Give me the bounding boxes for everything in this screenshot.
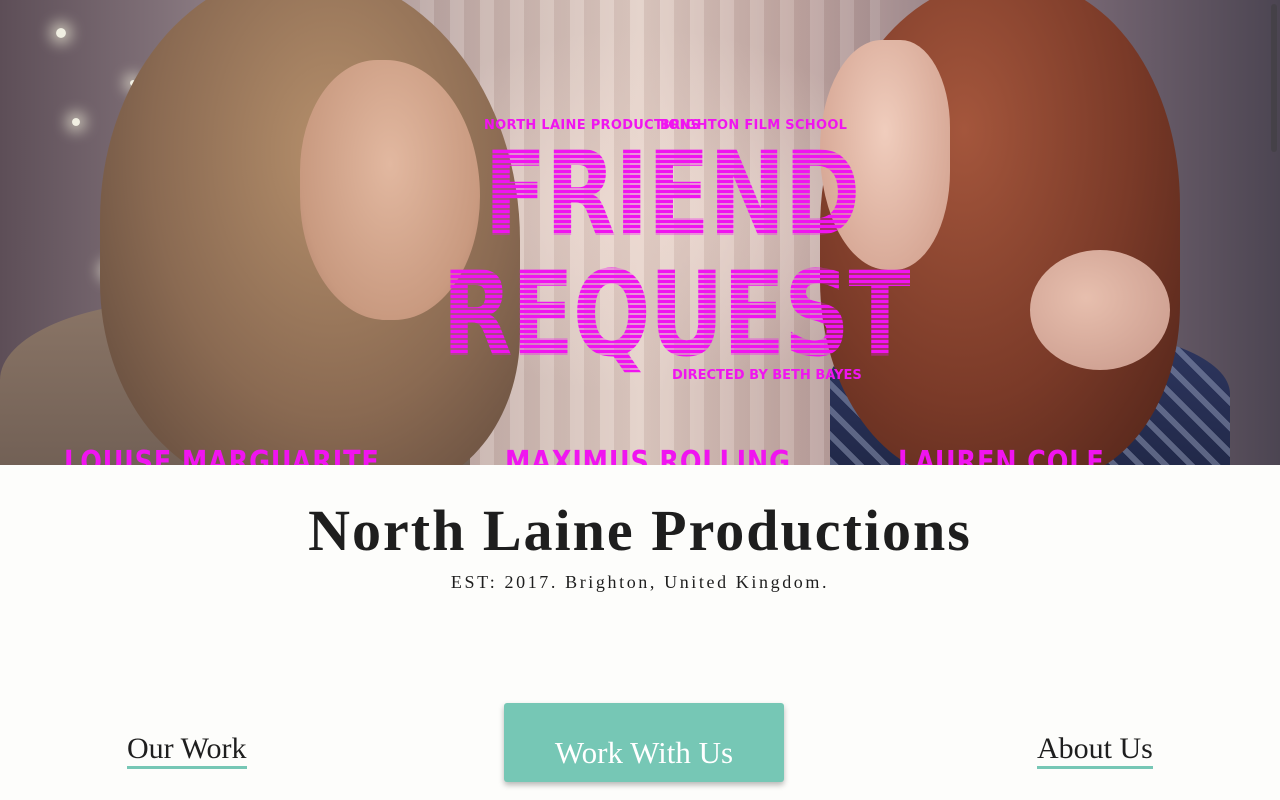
nav-link-about-us[interactable]: About Us	[1037, 733, 1153, 769]
poster-title-line1: FRIEND	[484, 125, 860, 263]
work-with-us-button[interactable]: Work With Us	[504, 703, 784, 782]
nav-link-our-work[interactable]: Our Work	[127, 733, 247, 769]
actor-right-shoulder	[1030, 250, 1170, 370]
site-title: North Laine Productions	[308, 498, 972, 563]
site-tagline: EST: 2017. Brighton, United Kingdom.	[450, 572, 830, 592]
fairy-light	[56, 28, 66, 38]
scrollbar-thumb[interactable]	[1271, 4, 1277, 152]
hero-poster-image: NORTH LAINE PRODUCTIONS BRIGHTON FILM SC…	[0, 0, 1280, 465]
page: NORTH LAINE PRODUCTIONS BRIGHTON FILM SC…	[0, 0, 1280, 800]
scrollbar[interactable]	[1268, 0, 1280, 800]
poster-cast-name: LAUREN COLE	[898, 445, 1105, 465]
fairy-light	[72, 118, 80, 126]
poster-cast-name: MAXIMUS ROLLING	[505, 445, 791, 465]
poster-director-credit: DIRECTED BY BETH BAYES	[672, 368, 862, 383]
poster-title-line2: REQUEST	[442, 245, 911, 383]
poster-cast-name: LOUISE MARGUARITE	[64, 445, 380, 465]
